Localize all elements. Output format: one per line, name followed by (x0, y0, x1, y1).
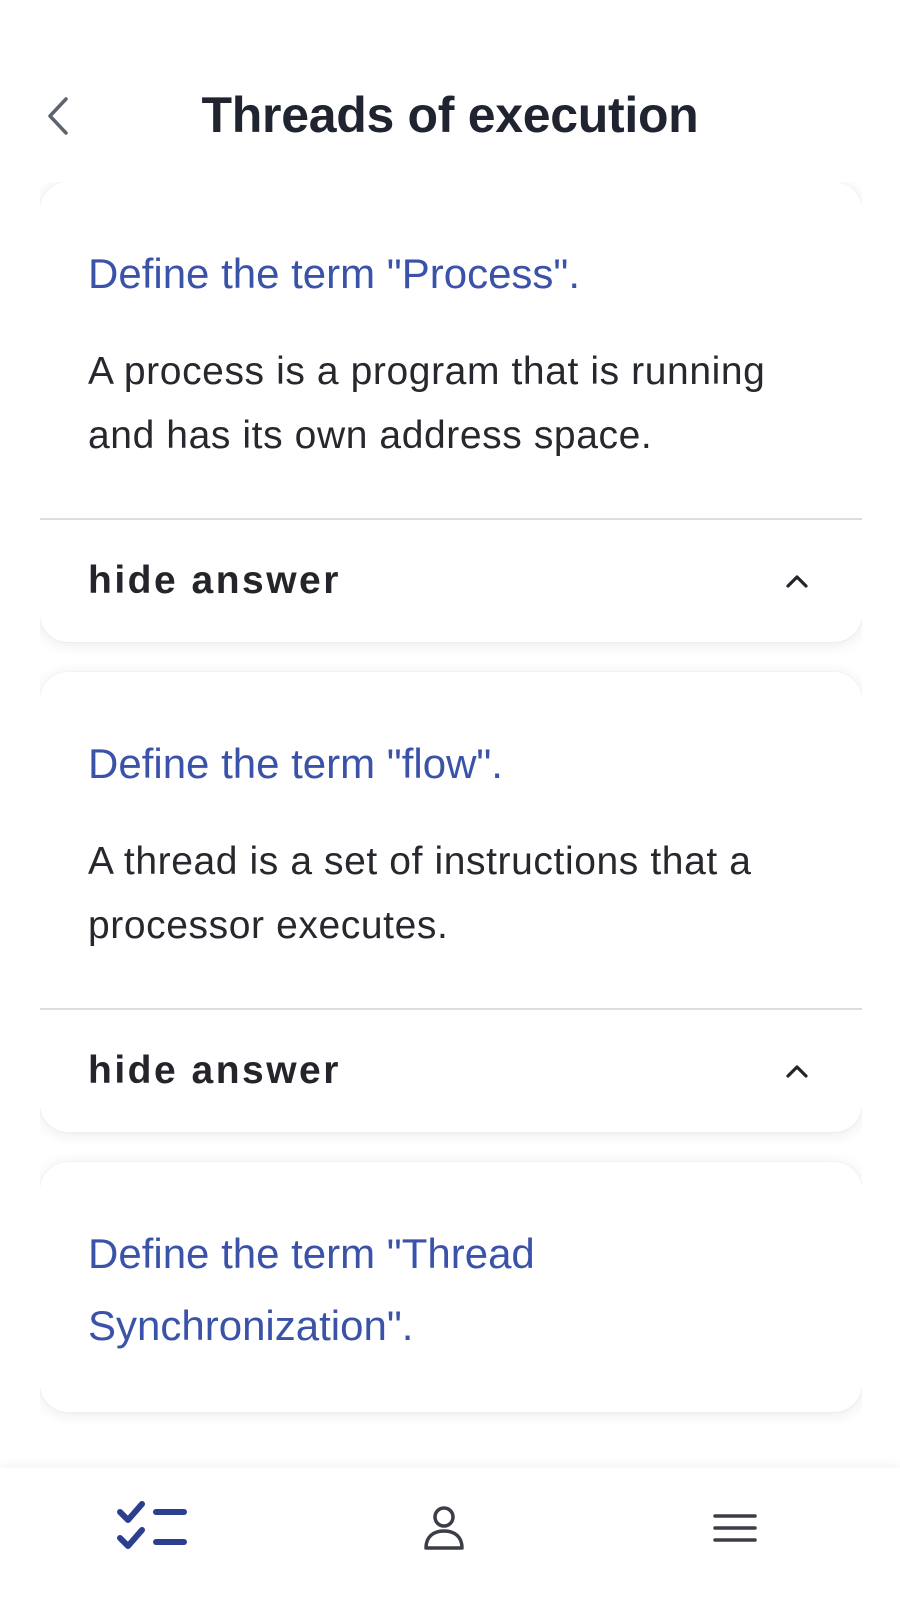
flashcard-body: Define the term "Process". A process is … (40, 182, 862, 518)
flashcard-body: Define the term "Thread Synchronization"… (40, 1162, 862, 1412)
person-icon (424, 1506, 464, 1550)
menu-icon (713, 1514, 757, 1542)
hide-answer-label: hide answer (88, 1049, 341, 1092)
flashcard-question: Define the term "flow". (88, 740, 503, 787)
chevron-up-icon (782, 1056, 812, 1086)
flashcard: Define the term "flow". A thread is a se… (40, 672, 862, 1132)
bottom-navigation (0, 1468, 900, 1598)
flashcard: Define the term "Thread Synchronization"… (40, 1162, 862, 1412)
screen: Threads of execution Define the term "Pr… (0, 0, 900, 1598)
nav-tasks[interactable] (108, 1483, 198, 1573)
flashcard-list[interactable]: Define the term "Process". A process is … (40, 182, 862, 1468)
flashcard-body: Define the term "flow". A thread is a se… (40, 672, 862, 1008)
flashcard-answer: A process is a program that is running a… (88, 350, 766, 457)
hide-answer-label: hide answer (88, 559, 341, 602)
page-title: Threads of execution (201, 87, 699, 143)
flashcard-answer: A thread is a set of instructions that a… (88, 840, 752, 947)
hide-answer-button[interactable]: hide answer (40, 520, 862, 642)
hide-answer-button[interactable]: hide answer (40, 1010, 862, 1132)
checklist-icon (117, 1501, 187, 1549)
nav-profile[interactable] (399, 1483, 489, 1573)
header: Threads of execution (0, 70, 900, 160)
chevron-up-icon (782, 566, 812, 596)
flashcard: Define the term "Process". A process is … (40, 182, 862, 642)
flashcard-question: Define the term "Thread Synchronization"… (88, 1230, 535, 1349)
nav-menu[interactable] (690, 1483, 780, 1573)
flashcard-question: Define the term "Process". (88, 250, 581, 297)
